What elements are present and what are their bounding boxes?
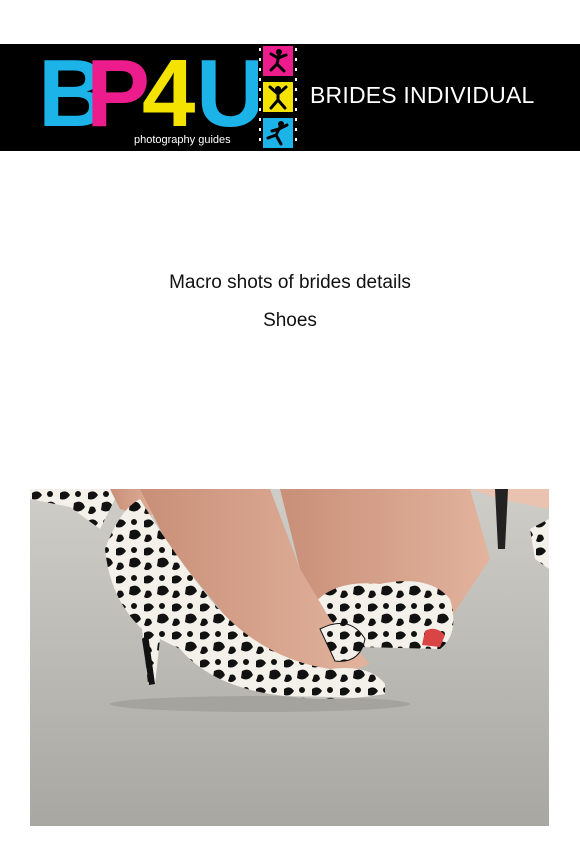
jumping-person-icon [263, 46, 293, 76]
film-strip [258, 44, 298, 151]
film-frame-yellow [263, 82, 293, 112]
logo-letter-p: P [86, 40, 150, 147]
jumping-person-icon [263, 82, 293, 112]
film-frame-blue [263, 118, 293, 148]
logo-letter-4: 4 [142, 40, 195, 147]
subtitle-line-1: Macro shots of brides details [169, 272, 411, 293]
film-frame-pink [263, 46, 293, 76]
jumping-person-icon [263, 118, 293, 148]
bride-shoes-photo [30, 489, 549, 826]
bp4u-logo: B P 4 U photography guides [30, 40, 265, 151]
subtitle-line-2: Shoes [263, 310, 317, 331]
logo-tagline: photography guides [134, 134, 231, 146]
header-title: BRIDES INDIVIDUAL [310, 82, 535, 108]
logo-letter-u: U [196, 40, 265, 147]
header-banner: B P 4 U photography guides BRIDES INDIVI… [0, 44, 580, 151]
